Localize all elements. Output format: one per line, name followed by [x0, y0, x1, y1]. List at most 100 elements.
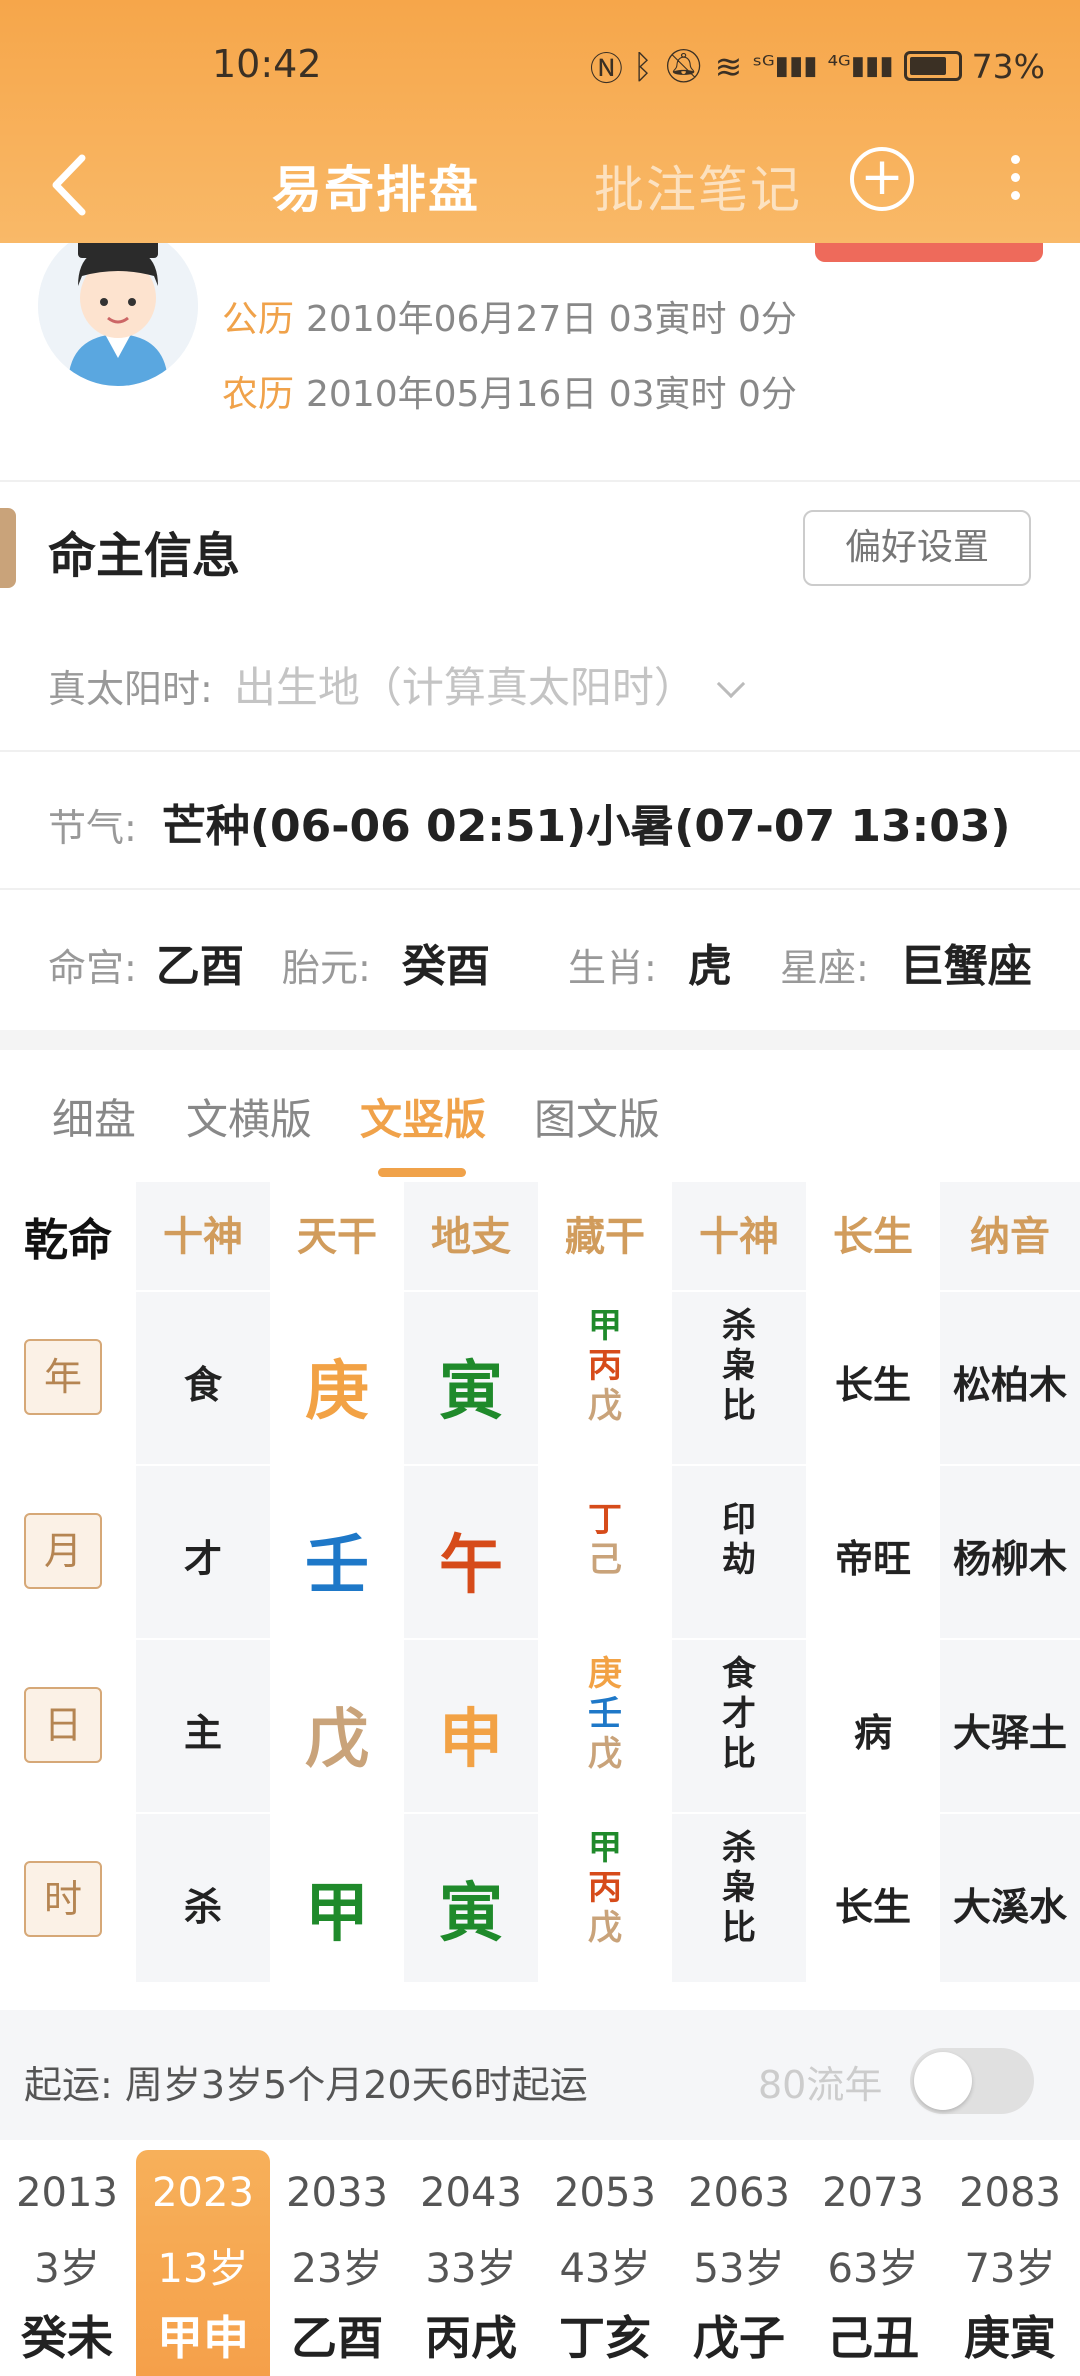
section-accent-bar	[0, 508, 16, 588]
dizhi-cell[interactable]: 午	[404, 1514, 538, 1606]
changsheng-cell: 帝旺	[834, 1537, 911, 1581]
tiangan-cell[interactable]: 庚	[270, 1340, 404, 1432]
canggan-char: 丙	[588, 1346, 622, 1386]
dayun-column[interactable]: 2063 53岁 戊子	[672, 2150, 806, 2376]
dayun-age: 13岁	[157, 2246, 249, 2292]
dayun-year: 2023	[152, 2170, 254, 2216]
changsheng-cell: 长生	[834, 1363, 911, 1407]
dayun-column[interactable]: 2043 33岁 丙戌	[404, 2150, 538, 2376]
status-icons: Ⓝ ᛒ 🔕︎ ≋ ˢᴳ▮▮▮ ⁴ᴳ▮▮▮ 73%	[590, 42, 1045, 90]
shengxiao-value: 虎	[687, 941, 732, 992]
row-divider	[0, 1812, 1080, 1814]
canggan-char: 戊	[588, 1386, 622, 1426]
avatar[interactable]	[38, 226, 198, 386]
shishen2-char: 枭	[722, 1868, 756, 1908]
tab-text-horizontal[interactable]: 文横版	[186, 1086, 312, 1147]
shishen2-char: 食	[722, 1654, 756, 1694]
liunian-toggle[interactable]	[910, 2048, 1034, 2114]
true-solar-input[interactable]: 出生地（计算真太阳时）	[234, 663, 696, 712]
xingzuo-label: 星座:	[780, 946, 869, 990]
dayun-column[interactable]: 2013 3岁 癸未	[0, 2150, 134, 2376]
signal-4g-icon: ⁴ᴳ▮▮▮	[827, 51, 894, 81]
pillar-year-tag[interactable]: 年	[24, 1339, 102, 1415]
layout-tabs: 细盘 文横版 文竖版 图文版	[0, 1050, 1080, 1180]
shishen-cell: 杀	[183, 1885, 222, 1929]
tiangan-cell[interactable]: 壬	[270, 1514, 404, 1606]
lunar-date-row: 农历 2010年05月16日 03寅时 0分	[222, 365, 797, 417]
chevron-down-icon[interactable]	[716, 669, 746, 699]
nav-notes-tab[interactable]: 批注笔记	[594, 150, 802, 222]
dayun-column-active[interactable]: 2023 13岁 甲申	[136, 2150, 270, 2376]
more-vertical-icon[interactable]	[1000, 146, 1030, 216]
tab-text-vertical[interactable]: 文竖版	[360, 1086, 486, 1147]
minggong-value: 乙酉	[155, 941, 244, 992]
dizhi-cell[interactable]: 申	[404, 1688, 538, 1780]
dayun-age: 53岁	[693, 2246, 785, 2292]
dayun-column[interactable]: 2053 43岁 丁亥	[538, 2150, 672, 2376]
add-icon[interactable]: +	[850, 147, 914, 211]
pillar-day-tag[interactable]: 日	[24, 1687, 102, 1763]
section-gap	[0, 1030, 1080, 1050]
shishen-cell: 主	[183, 1711, 222, 1755]
canggan-cell: 甲 丙 戊	[585, 1828, 625, 1948]
shishen-cell: 食	[183, 1363, 222, 1407]
battery-icon	[903, 51, 962, 81]
pillar-month-tag[interactable]: 月	[24, 1513, 102, 1589]
shishen2-cell: 杀 枭 比	[719, 1306, 759, 1426]
tab-detail[interactable]: 细盘	[52, 1086, 136, 1147]
nayin-cell: 杨柳木	[952, 1537, 1067, 1581]
dayun-age: 23岁	[291, 2246, 383, 2292]
dayun-columns: 2013 3岁 癸未 2023 13岁 甲申 2033 23岁 乙酉 2043 …	[0, 2150, 1080, 2376]
dayun-column[interactable]: 2083 73岁 庚寅	[940, 2150, 1080, 2376]
shishen-cell: 才	[183, 1537, 222, 1581]
canggan-char: 甲	[588, 1828, 622, 1868]
divider	[0, 480, 1080, 482]
preference-settings-button[interactable]: 偏好设置	[803, 510, 1031, 586]
true-solar-time-row[interactable]: 真太阳时: 出生地（计算真太阳时）	[48, 654, 746, 715]
shishen2-cell: 杀 枭 比	[719, 1828, 759, 1948]
solar-date-row: 公历 2010年06月27日 03寅时 0分	[222, 290, 797, 342]
tab-graphic[interactable]: 图文版	[534, 1086, 660, 1147]
minggong-row: 命宫: 乙酉	[48, 930, 244, 994]
dayun-ganzhi: 丙戌	[425, 2311, 517, 2365]
dayun-age: 73岁	[964, 2246, 1056, 2292]
header-nayin: 纳音	[970, 1214, 1050, 1260]
dayun-column[interactable]: 2033 23岁 乙酉	[270, 2150, 404, 2376]
nav-title-tab[interactable]: 易奇排盘	[272, 150, 480, 222]
tiangan-cell[interactable]: 戊	[270, 1688, 404, 1780]
nayin-cell: 大溪水	[952, 1885, 1067, 1929]
shishen2-char: 比	[722, 1908, 756, 1948]
liunian-label: 80流年	[758, 2063, 883, 2107]
nfc-icon: Ⓝ	[589, 49, 623, 88]
solar-term-label: 节气:	[48, 806, 137, 850]
dayun-year: 2063	[688, 2170, 790, 2216]
minggong-label: 命宫:	[48, 946, 137, 990]
shishen2-cell: 印 劫	[719, 1500, 759, 1580]
pillar-hour-tag[interactable]: 时	[24, 1861, 102, 1937]
app-header: 10:42 Ⓝ ᛒ 🔕︎ ≋ ˢᴳ▮▮▮ ⁴ᴳ▮▮▮ 73% 易奇排盘 批注笔记…	[0, 0, 1080, 243]
true-solar-label: 真太阳时:	[48, 667, 213, 711]
canggan-char: 己	[588, 1540, 622, 1580]
shishen2-char: 杀	[722, 1828, 756, 1868]
canggan-char: 戊	[588, 1734, 622, 1774]
shishen2-cell: 食 才 比	[719, 1654, 759, 1774]
dayun-ganzhi: 戊子	[693, 2311, 785, 2365]
shengxiao-label: 生肖:	[568, 946, 657, 990]
shengxiao-row: 生肖: 虎	[568, 930, 732, 994]
divider	[0, 888, 1080, 890]
shishen2-char: 劫	[722, 1540, 756, 1580]
avatar-illustration	[38, 226, 198, 386]
dizhi-cell[interactable]: 寅	[404, 1340, 538, 1432]
canggan-char: 甲	[588, 1306, 622, 1346]
dayun-column[interactable]: 2073 63岁 己丑	[806, 2150, 940, 2376]
dizhi-cell[interactable]: 寅	[404, 1862, 538, 1954]
dayun-ganzhi: 癸未	[21, 2311, 113, 2365]
shishen2-char: 比	[722, 1386, 756, 1426]
tiangan-cell[interactable]: 甲	[270, 1862, 404, 1954]
signal-5g-icon: ˢᴳ▮▮▮	[752, 51, 818, 81]
back-arrow-icon[interactable]	[42, 148, 102, 223]
lunar-label: 农历	[222, 374, 295, 415]
changsheng-cell: 长生	[834, 1885, 911, 1929]
dayun-age: 33岁	[425, 2246, 517, 2292]
solar-date: 2010年06月27日 03寅时 0分	[306, 299, 797, 340]
